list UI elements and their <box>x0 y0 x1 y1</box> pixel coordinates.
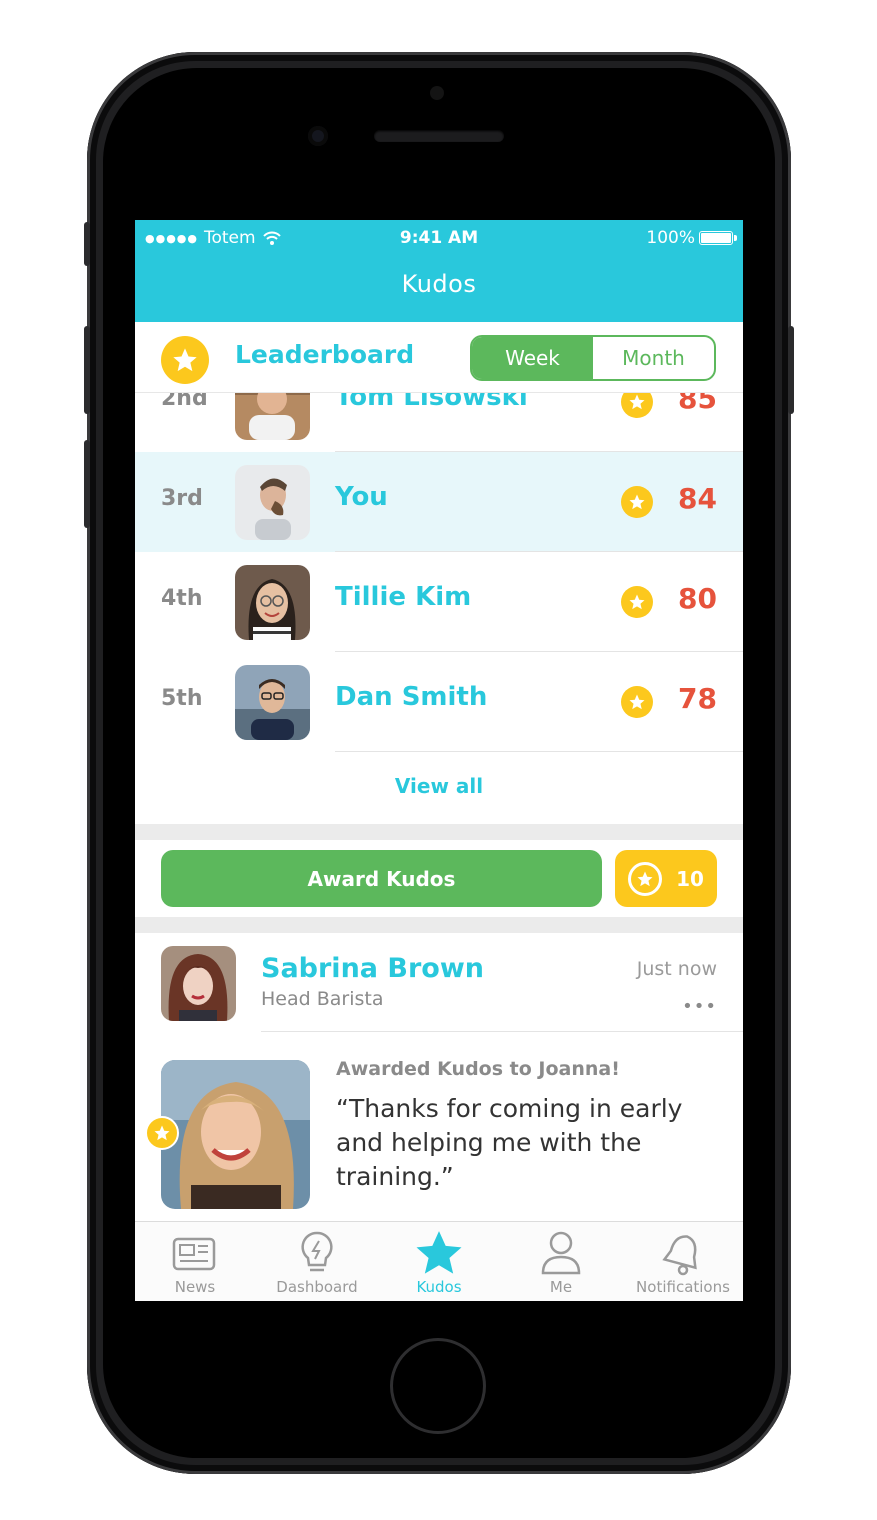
kudos-message: “Thanks for coming in early and helping … <box>336 1094 683 1191</box>
navigation-bar: ●●●●● Totem 9:41 AM 100% Kudos <box>135 220 743 322</box>
segment-week[interactable]: Week <box>472 337 593 379</box>
app-screen: ●●●●● Totem 9:41 AM 100% Kudos 2nd Tom L… <box>135 220 743 1301</box>
row-divider <box>335 751 743 752</box>
volume-up-button <box>84 326 90 414</box>
author-role: Head Barista <box>261 988 384 1010</box>
score-value: 84 <box>678 482 717 515</box>
tab-bar: News Dashboard Kudos Me Notifications <box>135 1221 743 1301</box>
leaderboard-header: Leaderboard Week Month <box>135 322 743 393</box>
avatar <box>235 465 310 540</box>
volume-down-button <box>84 440 90 528</box>
member-name[interactable]: Dan Smith <box>335 682 487 712</box>
status-bar: ●●●●● Totem 9:41 AM 100% <box>135 228 743 250</box>
bell-icon <box>662 1235 697 1276</box>
leaderboard-star-icon <box>161 336 209 384</box>
award-kudos-button[interactable]: Award Kudos <box>161 850 602 907</box>
proximity-sensor <box>430 86 444 100</box>
section-separator <box>135 917 743 933</box>
score-value: 80 <box>678 582 717 615</box>
news-icon <box>172 1237 216 1271</box>
view-all-link[interactable]: View all <box>135 774 743 798</box>
front-camera <box>308 126 328 146</box>
kudos-balance[interactable]: 10 <box>615 850 717 907</box>
awarded-caption: Awarded Kudos to Joanna! <box>336 1058 620 1080</box>
member-name[interactable]: Tillie Kim <box>335 582 471 612</box>
mute-switch <box>84 222 90 266</box>
lightbulb-icon <box>301 1231 333 1272</box>
kudos-count-value: 10 <box>676 866 704 891</box>
star-icon <box>621 586 653 618</box>
tab-dashboard[interactable]: Dashboard <box>257 1228 377 1296</box>
leaderboard-row[interactable]: 4th Tillie Kim 80 <box>135 552 743 652</box>
power-button <box>788 326 794 414</box>
battery-icon <box>699 231 737 245</box>
section-separator <box>135 824 743 840</box>
star-icon <box>621 686 653 718</box>
leaderboard-row[interactable]: 5th Dan Smith 78 <box>135 652 743 752</box>
star-icon <box>621 486 653 518</box>
tab-label: Me <box>549 1278 573 1296</box>
rank-label: 5th <box>161 686 203 711</box>
avatar <box>235 665 310 740</box>
score-value: 78 <box>678 682 717 715</box>
star-icon <box>416 1231 462 1274</box>
recipient-photo[interactable] <box>161 1060 310 1209</box>
author-avatar[interactable] <box>161 946 236 1021</box>
earpiece-speaker <box>374 130 504 142</box>
home-button[interactable] <box>390 1338 486 1434</box>
page-title: Kudos <box>401 270 477 298</box>
star-icon <box>628 861 663 896</box>
period-segmented-control: Week Month <box>470 335 716 381</box>
member-name[interactable]: You <box>335 482 388 512</box>
leaderboard-row-current-user[interactable]: 3rd You 84 <box>135 452 743 552</box>
tab-label: Dashboard <box>276 1278 358 1296</box>
avatar <box>235 565 310 640</box>
post-timestamp: Just now <box>636 958 717 980</box>
tab-notifications[interactable]: Notifications <box>623 1228 743 1296</box>
segment-month[interactable]: Month <box>593 337 714 379</box>
battery-percent: 100% <box>646 228 695 248</box>
leaderboard-title: Leaderboard <box>235 340 415 369</box>
tab-kudos[interactable]: Kudos <box>379 1228 499 1296</box>
tab-news[interactable]: News <box>135 1228 255 1296</box>
person-icon <box>541 1231 581 1275</box>
tab-label: Notifications <box>636 1278 730 1296</box>
rank-label: 4th <box>161 586 203 611</box>
author-name[interactable]: Sabrina Brown <box>261 953 484 984</box>
tab-me[interactable]: Me <box>501 1228 621 1296</box>
tab-label: News <box>174 1278 216 1296</box>
tab-label: Kudos <box>416 1278 462 1296</box>
rank-label: 3rd <box>161 486 203 511</box>
more-options-icon[interactable]: ••• <box>682 996 717 1017</box>
post-divider <box>261 1031 743 1032</box>
kudos-star-icon <box>145 1116 179 1150</box>
